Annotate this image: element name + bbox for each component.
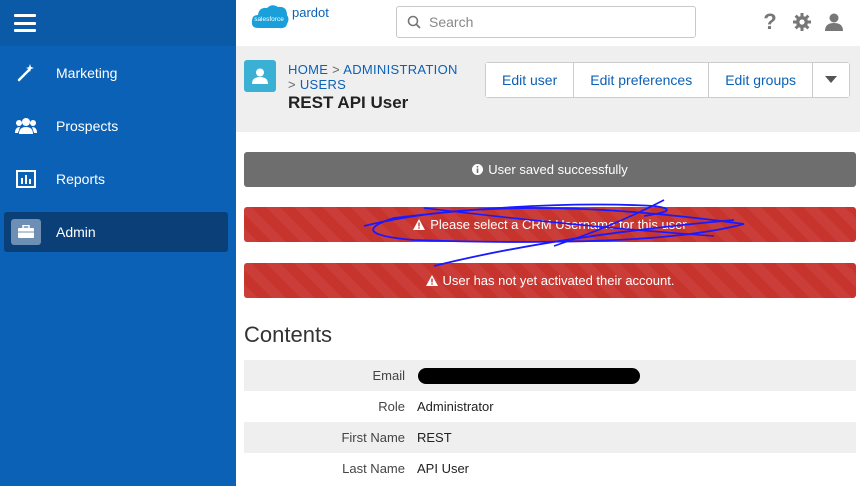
top-bar: salesforce pardot ? (236, 0, 860, 46)
field-label: Last Name (342, 461, 405, 476)
alert-text: User has not yet activated their account… (442, 273, 675, 288)
sidebar-item-admin[interactable]: Admin (4, 212, 228, 252)
edit-groups-button[interactable]: Edit groups (709, 63, 814, 97)
search-input[interactable] (429, 14, 669, 30)
alert-text: User saved successfully (488, 162, 628, 177)
briefcase-icon (8, 212, 44, 252)
sidebar-item-label: Reports (56, 171, 106, 187)
field-label: Role (378, 399, 405, 414)
field-label: Email (372, 368, 405, 383)
redaction-mark (418, 368, 640, 384)
chart-icon (8, 159, 44, 199)
edit-preferences-button[interactable]: Edit preferences (574, 63, 710, 97)
sidebar-item-label: Prospects (56, 118, 119, 134)
action-button-group: Edit user Edit preferences Edit groups (485, 62, 851, 98)
sidebar: Marketing Prospects Reports Admin (0, 0, 236, 486)
top-icons: ? (760, 9, 844, 34)
field-value: Administrator (417, 399, 494, 414)
warning-icon (413, 219, 426, 230)
info-icon (472, 164, 484, 175)
field-row-last-name: Last Name API User (244, 453, 856, 484)
breadcrumb-administration[interactable]: ADMINISTRATION (343, 62, 457, 77)
wand-icon (8, 53, 44, 93)
field-label: First Name (341, 430, 405, 445)
alert-text: Please select a CRM Username for this us… (430, 217, 687, 232)
sidebar-item-reports[interactable]: Reports (4, 159, 228, 199)
section-title: Contents (244, 322, 333, 347)
warning-icon (425, 275, 438, 286)
help-icon[interactable]: ? (760, 9, 780, 34)
chevron-down-icon (825, 76, 838, 83)
alert-not-activated: User has not yet activated their account… (244, 263, 856, 298)
salesforce-cloud-icon: salesforce (251, 5, 289, 29)
product-name: pardot (292, 4, 329, 20)
sidebar-item-prospects[interactable]: Prospects (4, 106, 228, 146)
field-value: REST (417, 430, 452, 445)
sidebar-item-marketing[interactable]: Marketing (4, 53, 228, 93)
menu-icon[interactable] (14, 14, 36, 32)
salesforce-pardot-logo[interactable]: salesforce pardot (250, 2, 329, 32)
search-icon (407, 15, 421, 29)
sidebar-item-label: Admin (56, 224, 96, 240)
page-title: REST API User (288, 93, 409, 112)
alert-success: User saved successfully (244, 152, 856, 187)
user-profile-icon[interactable] (824, 10, 844, 34)
breadcrumb-separator: > (288, 77, 296, 92)
breadcrumb-users[interactable]: USERS (300, 77, 346, 92)
sidebar-item-label: Marketing (56, 65, 118, 81)
search-box[interactable] (396, 6, 696, 38)
edit-user-button[interactable]: Edit user (486, 63, 575, 97)
breadcrumb-separator: > (332, 62, 341, 77)
gear-icon[interactable] (792, 10, 812, 34)
field-row-first-name: First Name REST (244, 422, 856, 453)
field-row-role: Role Administrator (244, 391, 856, 422)
alert-crm-username: Please select a CRM Username for this us… (244, 207, 856, 242)
breadcrumb-home[interactable]: HOME (288, 62, 328, 77)
user-record-icon (244, 60, 276, 92)
breadcrumb: HOME > ADMINISTRATION > USERS (288, 62, 473, 92)
sidebar-header (0, 0, 236, 46)
users-icon (8, 106, 44, 146)
field-value: API User (417, 461, 470, 476)
page-header: HOME > ADMINISTRATION > USERS REST API U… (236, 46, 860, 132)
more-actions-dropdown[interactable] (813, 63, 850, 97)
svg-text:salesforce: salesforce (254, 16, 284, 23)
